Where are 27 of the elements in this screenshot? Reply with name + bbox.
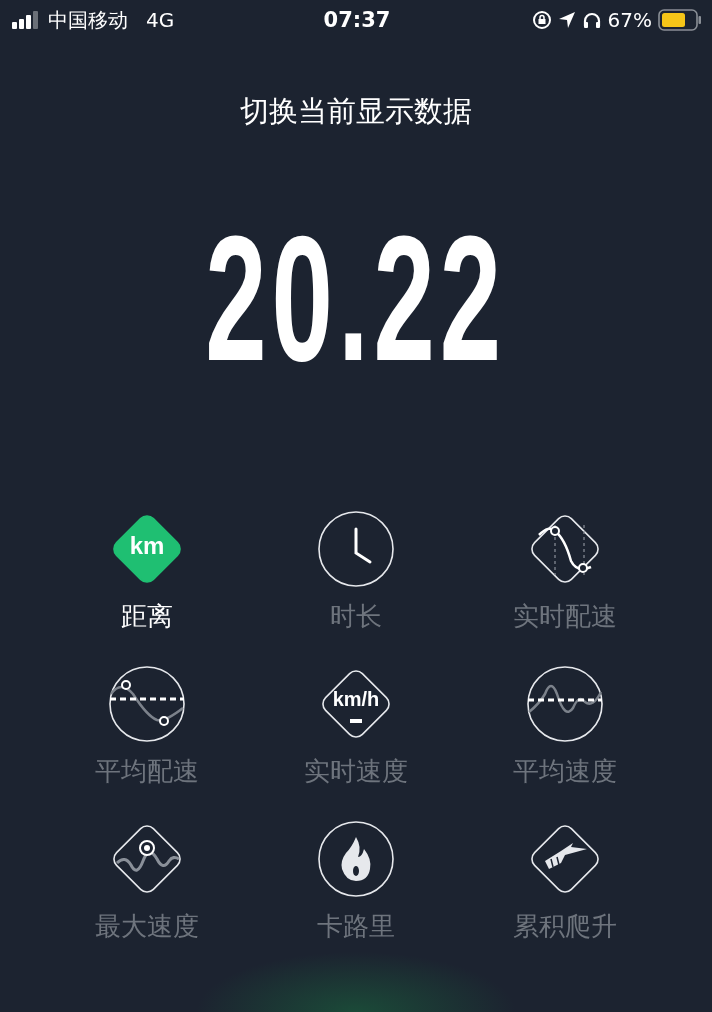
network-type: 4G: [146, 8, 175, 32]
wave-icon: [525, 664, 605, 744]
metric-option[interactable]: 实时配速: [460, 509, 670, 634]
signal-icon: [12, 11, 40, 29]
flame-icon: [316, 819, 396, 899]
pace-curve-icon: [107, 664, 187, 744]
clock-time: 07:37: [323, 8, 391, 32]
data-value: 20.22: [205, 224, 507, 374]
battery-icon: [658, 9, 702, 31]
clock-icon: [316, 509, 396, 589]
metric-option[interactable]: km/h 实时速度: [251, 664, 461, 789]
unit-label: km/h: [331, 687, 381, 712]
page-title: 切换当前显示数据: [239, 93, 473, 130]
carrier-name: 中国移动: [48, 6, 128, 34]
unit-label: km: [128, 531, 166, 561]
dash-mark: [350, 719, 362, 723]
rotation-lock-icon: [531, 10, 552, 30]
headphones-icon: [581, 11, 602, 29]
metric-option[interactable]: 时长: [251, 509, 461, 634]
metric-option[interactable]: 平均配速: [42, 664, 252, 789]
battery-percent: 67%: [607, 8, 652, 32]
metric-option[interactable]: km 距离: [42, 509, 252, 634]
metric-option[interactable]: 累积爬升: [460, 819, 670, 944]
metric-option[interactable]: 卡路里: [251, 819, 461, 944]
metric-option[interactable]: 平均速度: [460, 664, 670, 789]
metric-option[interactable]: 最大速度: [42, 819, 252, 944]
location-arrow-icon: [557, 11, 576, 29]
